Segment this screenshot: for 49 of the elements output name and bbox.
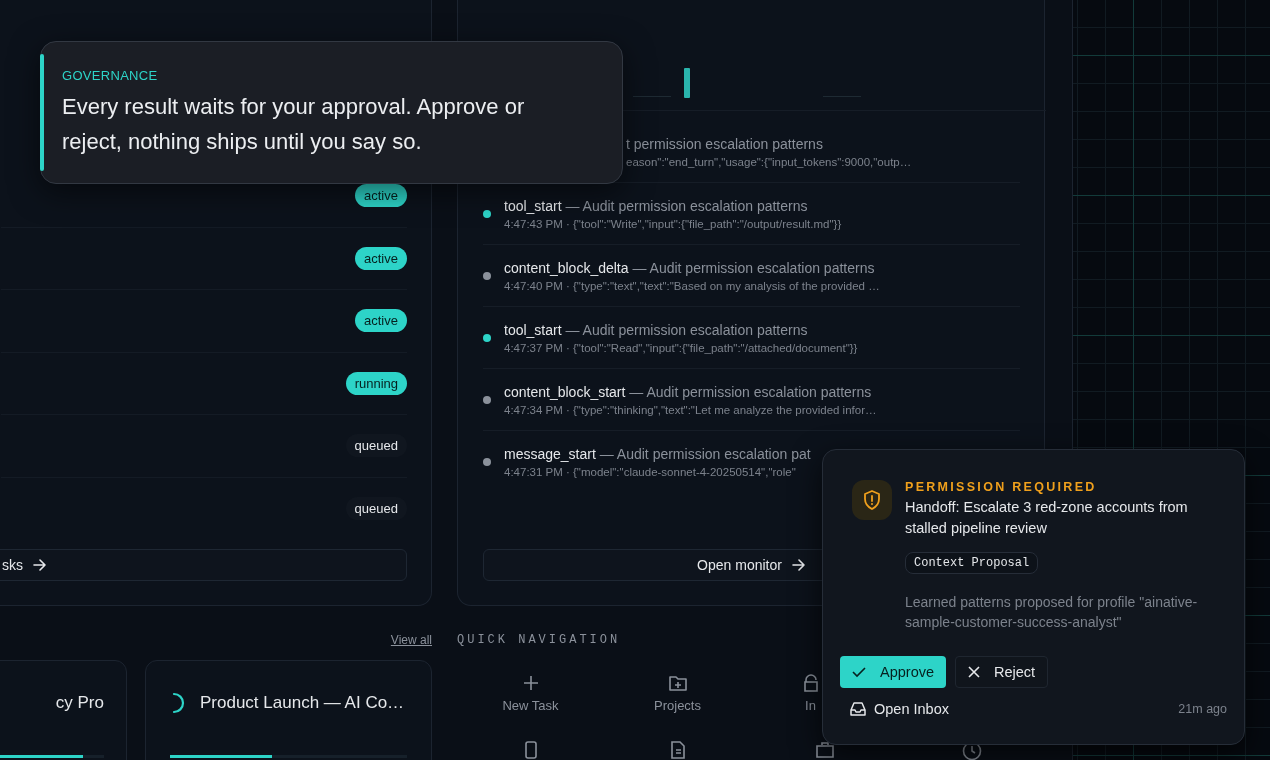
status-badge: running xyxy=(345,371,407,395)
event-detail: 4:47:34 PM · {"type":"thinking","text":"Let me analyze the provided infor… xyxy=(504,403,877,416)
status-badge: queued xyxy=(345,434,407,458)
briefcase-icon xyxy=(815,741,834,759)
project-card[interactable]: Product Launch — AI Co… xyxy=(145,660,432,760)
shield-icon xyxy=(852,480,892,520)
device-icon xyxy=(523,741,538,759)
event-title: content_block_start — Audit permission escalation patterns xyxy=(504,383,873,400)
project-title: cy Pro xyxy=(55,693,104,713)
section-title: QUICK NAVIGATION xyxy=(457,633,621,647)
event-detail: 4:47:37 PM · {"tool":"Read","input":{"file_path":"/attached/document"}} xyxy=(504,341,858,354)
event-title: t permission escalation patterns xyxy=(626,135,824,152)
folder-plus-icon xyxy=(667,674,688,692)
check-icon xyxy=(852,666,866,678)
view-all-link[interactable]: View all xyxy=(390,633,432,647)
file-icon xyxy=(669,741,686,759)
arrow-right-icon xyxy=(791,559,806,571)
view-tasks-button[interactable]: sks xyxy=(0,549,407,581)
plus-icon xyxy=(521,674,540,692)
event-detail: 4:47:43 PM · {"tool":"Write","input":{"file_path":"/output/result.md"}} xyxy=(504,217,842,230)
callout-label: GOVERNANCE xyxy=(62,68,159,83)
event-title: tool_start — Audit permission escalation patterns xyxy=(504,197,809,214)
project-card[interactable]: cy Pro xyxy=(0,660,127,760)
event-title: content_block_delta — Audit permission escalation patterns xyxy=(504,259,876,276)
nav-item[interactable]: New Task xyxy=(457,674,604,713)
status-badge: active xyxy=(355,246,407,270)
popup-title: Handoff: Escalate 3 red-zone accounts from stalled pipeline review xyxy=(905,498,1189,538)
open-inbox-button[interactable]: Open Inbox xyxy=(850,701,949,717)
popup-label: PERMISSION REQUIRED xyxy=(905,480,1098,494)
event-title: tool_start — Audit permission escalation patterns xyxy=(504,321,809,338)
nav-item[interactable]: Projects xyxy=(604,674,751,713)
timestamp: 21m ago xyxy=(1178,702,1227,716)
approve-button[interactable]: Approve xyxy=(840,656,946,688)
callout-text: Every result waits for your approval. Approve or reject, nothing ships until you say so. xyxy=(62,93,526,156)
close-icon xyxy=(968,666,980,678)
reject-button[interactable]: Reject xyxy=(955,656,1049,688)
popup-description: Learned patterns proposed for profile "ainative-sample-customer-success-analyst" xyxy=(905,593,1199,632)
arrow-right-icon xyxy=(33,559,47,571)
status-badge: active xyxy=(355,309,407,333)
status-badge: active xyxy=(355,184,407,208)
event-detail: 4:47:40 PM · {"type":"text","text":"Based on my analysis of the provided … xyxy=(504,279,880,292)
project-title: Product Launch — AI Co… xyxy=(200,693,405,713)
lock-icon xyxy=(802,674,819,692)
inbox-icon xyxy=(850,702,866,716)
event-detail: eason":"end_turn","usage":{"input_tokens":9000,"outp… xyxy=(626,155,912,168)
event-detail: 4:47:31 PM · {"model":"claude-sonnet-4-20250514","role" xyxy=(504,466,797,478)
event-title: message_start — Audit permission escalation pat xyxy=(504,446,811,462)
tag: Context Proposal xyxy=(905,552,1039,574)
status-badge: queued xyxy=(345,497,407,521)
